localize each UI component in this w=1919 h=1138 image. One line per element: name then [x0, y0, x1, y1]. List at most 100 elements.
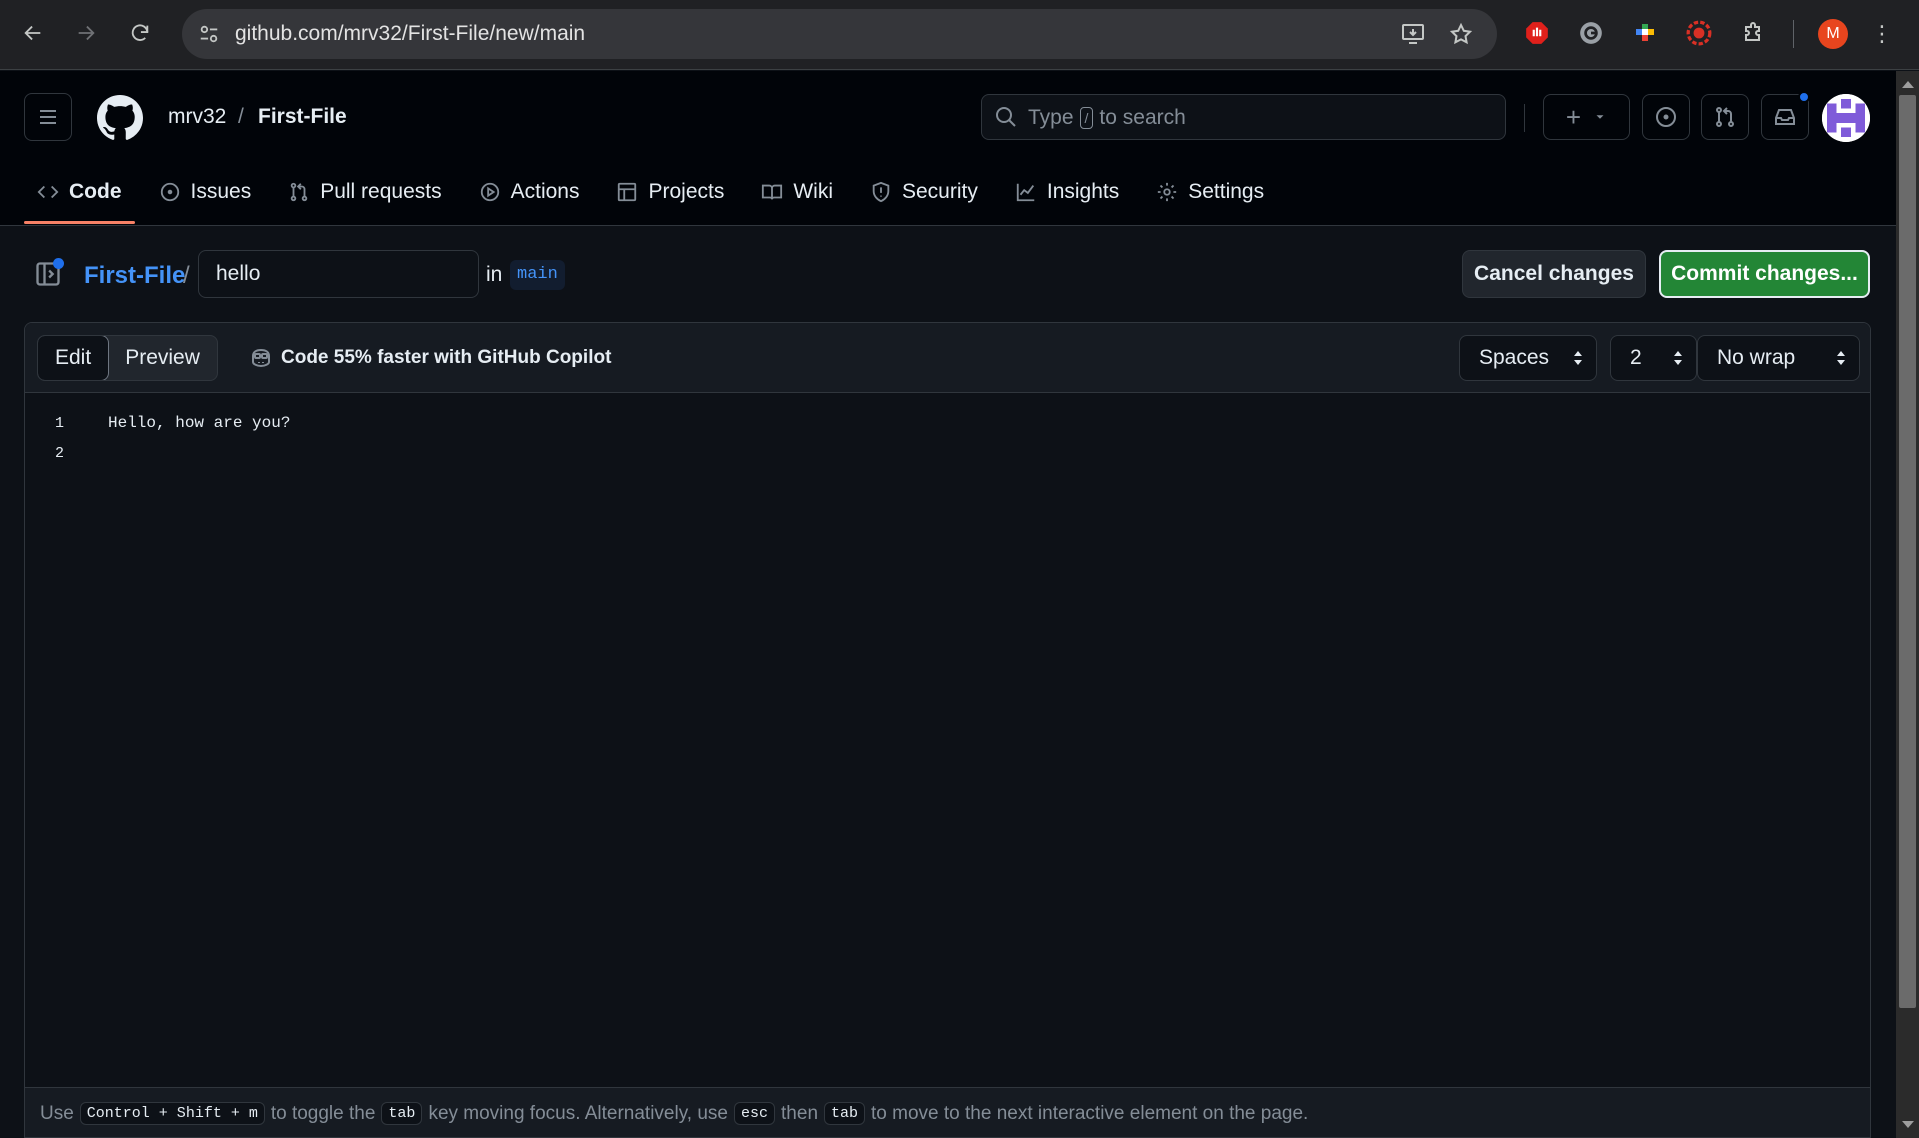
- tab-label: Insights: [1046, 180, 1120, 203]
- github-header: mrv32 / First-File Type / to search + Co…: [0, 71, 1896, 226]
- tab-label: Pull requests: [320, 180, 442, 203]
- file-tree-indicator-dot: [53, 258, 64, 269]
- code-area[interactable]: 1 Hello, how are you? 2: [25, 394, 1870, 1064]
- toolbar-divider: [1793, 20, 1794, 48]
- global-menu-button[interactable]: [24, 93, 72, 141]
- reload-icon[interactable]: [120, 13, 160, 53]
- inbox-icon: [1775, 109, 1795, 125]
- repo-link[interactable]: First-File: [84, 262, 185, 290]
- commit-changes-button[interactable]: Commit changes...: [1659, 250, 1870, 298]
- tab-actions[interactable]: Actions: [466, 167, 593, 217]
- tab-label: Security: [902, 180, 978, 203]
- tab-label: Code: [69, 180, 122, 203]
- tab-label: Actions: [510, 180, 580, 203]
- hint-text: Use: [40, 1102, 74, 1124]
- kbd-esc: esc: [734, 1102, 776, 1125]
- browser-menu-icon[interactable]: ⋮: [1871, 19, 1893, 49]
- tab-wiki[interactable]: Wiki: [748, 167, 846, 217]
- user-avatar[interactable]: [1822, 94, 1870, 142]
- line-content[interactable]: Hello, how are you?: [108, 414, 290, 432]
- gear-icon: [1158, 182, 1177, 202]
- scroll-down-arrow-icon[interactable]: [1902, 1121, 1914, 1128]
- tab-code[interactable]: Code: [24, 167, 135, 224]
- code-line[interactable]: 1 Hello, how are you?: [25, 408, 1870, 438]
- three-bars-icon: [40, 110, 56, 124]
- scrollbar-thumb[interactable]: [1899, 95, 1916, 1008]
- edit-preview-toggle: Edit Preview: [37, 335, 218, 381]
- install-app-icon[interactable]: [1400, 21, 1426, 47]
- indent-size-select[interactable]: 2: [1610, 335, 1697, 381]
- hint-text: then: [781, 1102, 819, 1124]
- code-icon: [37, 185, 59, 199]
- tab-issues[interactable]: Issues: [146, 167, 265, 217]
- notification-dot: [1798, 91, 1810, 103]
- search-placeholder-prefix: Type: [1028, 106, 1074, 129]
- copilot-promo-link[interactable]: Code 55% faster with GitHub Copilot: [249, 346, 611, 370]
- shield-icon: [872, 181, 890, 203]
- breadcrumb-owner[interactable]: mrv32: [168, 105, 226, 129]
- identicon-icon: [1822, 94, 1870, 142]
- scroll-up-arrow-icon[interactable]: [1902, 81, 1914, 88]
- wrap-mode-select[interactable]: No wrap: [1697, 335, 1860, 381]
- kbd-tab: tab: [824, 1102, 866, 1125]
- extensions-icon[interactable]: [1739, 19, 1767, 47]
- url-text[interactable]: github.com/mrv32/First-File/new/main: [235, 22, 585, 46]
- grammarly-extension-icon[interactable]: [1577, 19, 1605, 47]
- triangle-down-icon: [1596, 115, 1604, 119]
- bookmark-star-icon[interactable]: [1448, 21, 1474, 47]
- search-placeholder: Type / to search: [1028, 106, 1186, 130]
- address-bar[interactable]: github.com/mrv32/First-File/new/main: [182, 9, 1497, 59]
- file-path-row: First-File / in main Cancel changes Comm…: [0, 226, 1896, 322]
- tab-security[interactable]: Security: [857, 167, 991, 217]
- back-icon[interactable]: [13, 13, 53, 53]
- file-name-input[interactable]: [198, 250, 479, 298]
- copilot-icon: [252, 348, 270, 368]
- issue-opened-icon: [160, 182, 179, 202]
- code-editor-panel: Edit Preview Code 55% faster with GitHub…: [24, 322, 1871, 1138]
- browser-toolbar: github.com/mrv32/First-File/new/main M ⋮: [0, 0, 1919, 70]
- page-scrollbar[interactable]: [1896, 71, 1919, 1138]
- in-label: in: [486, 263, 503, 286]
- indent-mode-select[interactable]: Spaces: [1459, 335, 1597, 381]
- kbd-tab: tab: [381, 1102, 423, 1125]
- wrap-mode-value: No wrap: [1717, 346, 1796, 369]
- search-input[interactable]: Type / to search: [981, 94, 1506, 140]
- tab-projects[interactable]: Projects: [603, 167, 737, 217]
- pull-requests-button[interactable]: [1701, 94, 1749, 140]
- create-new-button[interactable]: +: [1543, 94, 1630, 140]
- puzzle-colored-extension-icon[interactable]: [1631, 19, 1659, 47]
- browser-profile-avatar[interactable]: M: [1818, 19, 1848, 49]
- tab-pull-requests[interactable]: Pull requests: [275, 167, 454, 217]
- plus-icon: +: [1565, 101, 1582, 132]
- tab-settings[interactable]: Settings: [1143, 167, 1277, 217]
- search-placeholder-suffix: to search: [1099, 106, 1186, 129]
- breadcrumb-separator: /: [238, 105, 244, 128]
- branch-badge: main: [510, 260, 565, 290]
- forward-icon[interactable]: [66, 13, 106, 53]
- indent-mode-value: Spaces: [1479, 346, 1550, 369]
- tab-label: Issues: [190, 180, 252, 203]
- play-icon: [480, 182, 499, 202]
- table-icon: [618, 182, 637, 202]
- copilot-promo-text: Code 55% faster with GitHub Copilot: [281, 347, 612, 368]
- breadcrumb-repo[interactable]: First-File: [258, 105, 347, 129]
- tab-label: Wiki: [793, 180, 833, 203]
- cancel-changes-button[interactable]: Cancel changes: [1462, 250, 1646, 298]
- edit-tab[interactable]: Edit: [37, 336, 110, 380]
- red-badge-extension-icon[interactable]: [1685, 19, 1713, 47]
- select-arrows-icon: [1674, 351, 1682, 365]
- hint-text: key moving focus. Alternatively, use: [428, 1102, 729, 1124]
- select-arrows-icon: [1837, 351, 1845, 365]
- editor-toolbar: Edit Preview Code 55% faster with GitHub…: [25, 323, 1870, 393]
- preview-tab[interactable]: Preview: [108, 336, 217, 380]
- tab-insights[interactable]: Insights: [1002, 167, 1132, 217]
- code-line[interactable]: 2: [25, 438, 1870, 468]
- adblock-extension-icon[interactable]: [1523, 19, 1551, 47]
- search-icon: [996, 107, 1016, 127]
- path-separator: /: [183, 262, 190, 289]
- site-settings-icon[interactable]: [196, 21, 222, 47]
- line-number: 2: [54, 444, 64, 462]
- kbd-shortcut: Control + Shift + m: [79, 1102, 265, 1125]
- issues-button[interactable]: [1642, 94, 1690, 140]
- github-logo-icon[interactable]: [97, 95, 143, 141]
